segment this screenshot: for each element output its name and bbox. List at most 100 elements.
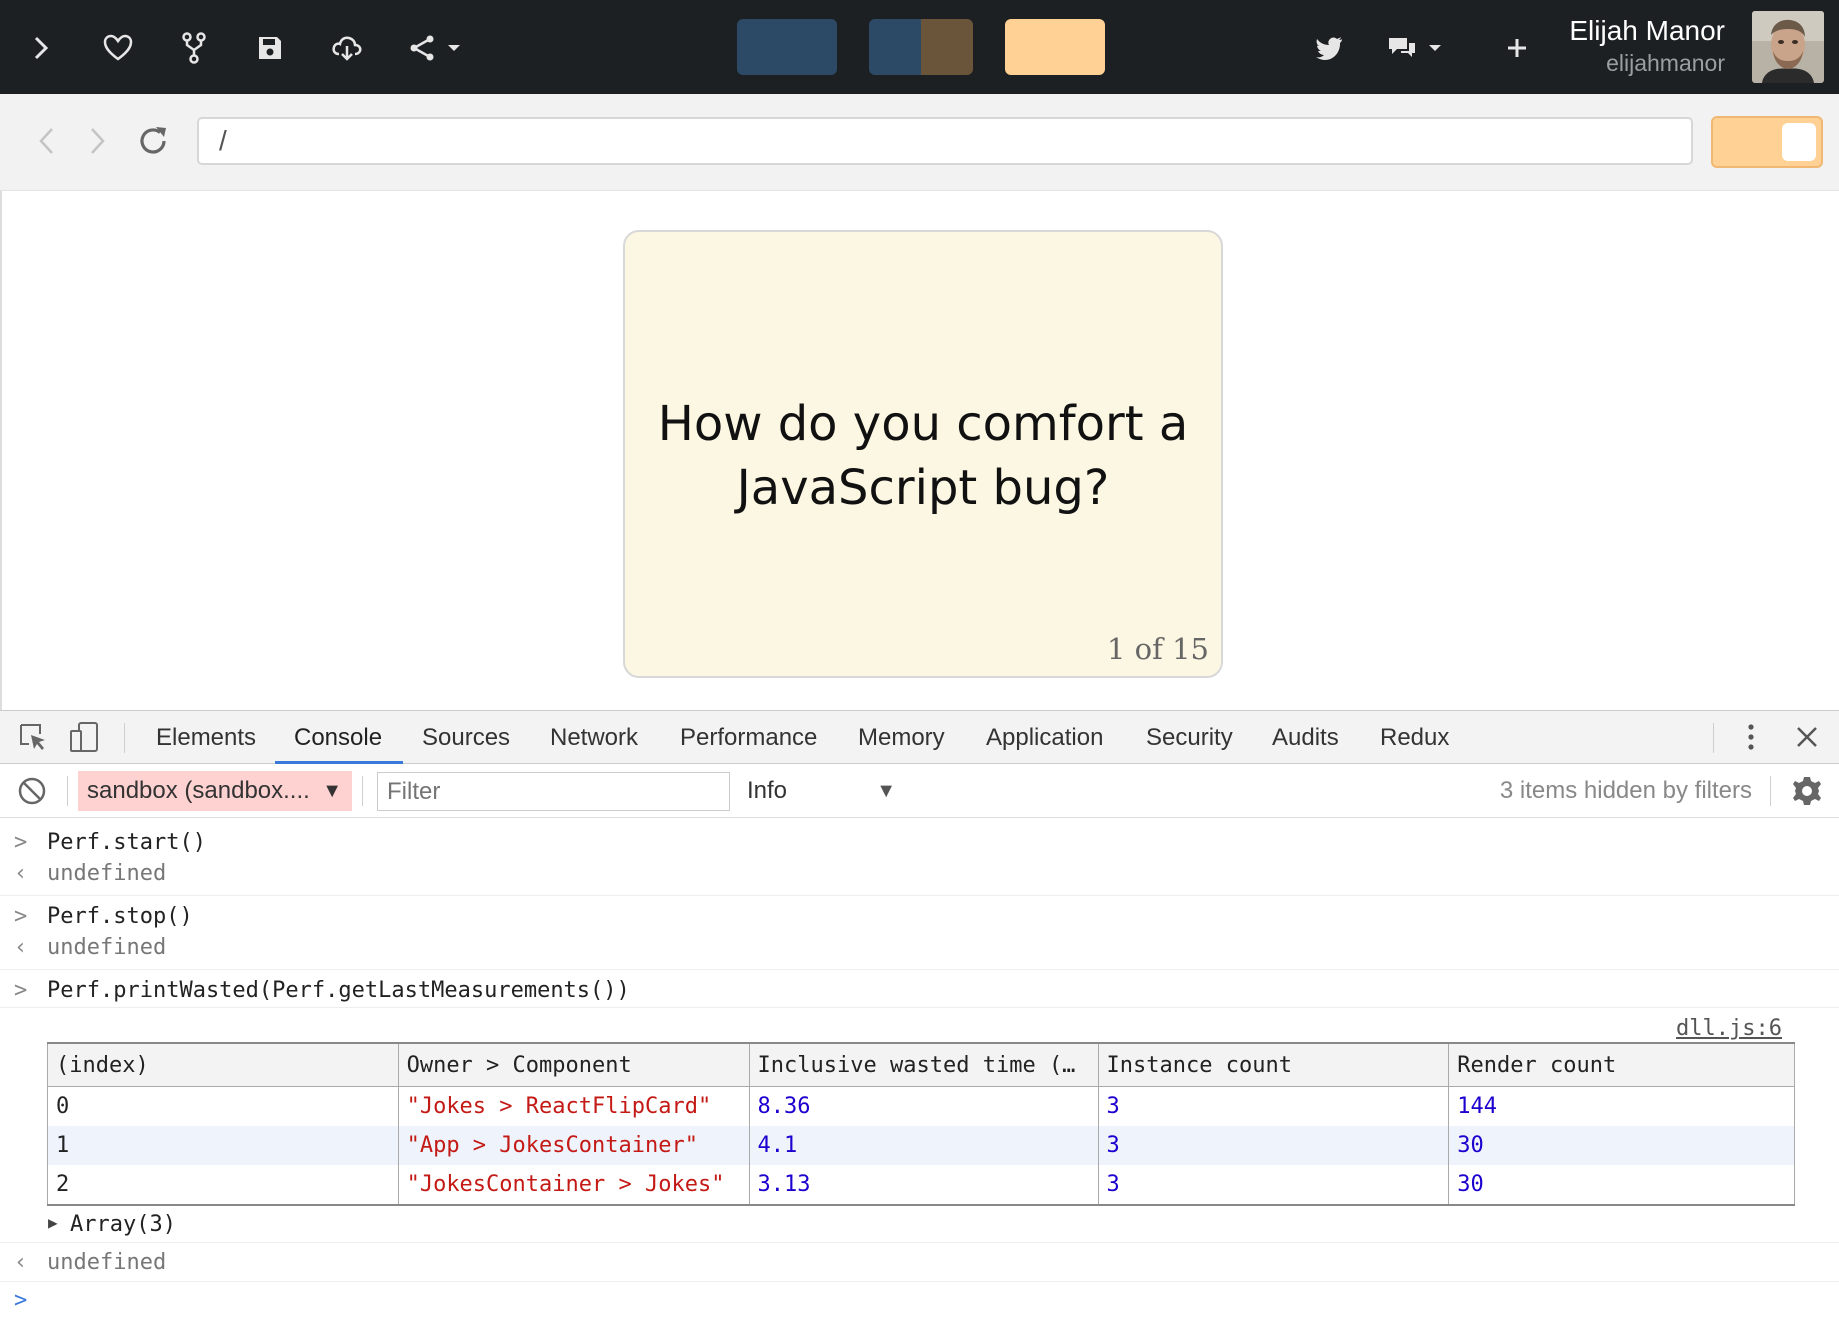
avatar[interactable] (1752, 11, 1824, 83)
cell-wasted-time: 3.13 (748, 1165, 1099, 1206)
input-prompt-icon: > (14, 904, 28, 929)
context-selector[interactable]: sandbox (sandbox.... ▼ (78, 771, 352, 811)
prompt-caret-icon: > (14, 1288, 28, 1313)
top-toolbar: Elijah Manor elijahmanor (0, 0, 1839, 94)
hidden-items-count: 3 items hidden by filters (1499, 777, 1752, 804)
result-arrow-icon: ‹ (14, 1250, 28, 1275)
more-options-icon[interactable] (1734, 721, 1768, 753)
column-header-wasted-time[interactable]: Inclusive wasted time (… (748, 1042, 1099, 1087)
theme-swatch-peach[interactable] (1005, 19, 1105, 75)
toolbar-separator (67, 776, 68, 806)
dropdown-arrow-icon: ▼ (322, 780, 342, 802)
console-divider (0, 1281, 1839, 1282)
tab-redux[interactable]: Redux (1380, 711, 1449, 765)
tab-memory[interactable]: Memory (858, 711, 945, 765)
swatch-half-brown (921, 19, 973, 75)
cloud-download-icon[interactable] (326, 27, 368, 69)
share-dropdown-icon[interactable] (405, 27, 465, 69)
console-filter-input[interactable] (377, 772, 730, 811)
tab-network[interactable]: Network (550, 711, 638, 765)
url-input[interactable] (197, 117, 1693, 165)
log-level-select[interactable]: Info ▼ (747, 771, 902, 811)
theme-swatch-blue-brown[interactable] (869, 19, 973, 75)
toolbar-separator (124, 723, 125, 753)
table-header-row: (index) Owner > Component Inclusive wast… (47, 1042, 1795, 1087)
table-row: 0 "Jokes > ReactFlipCard" 8.36 3 144 (47, 1086, 1795, 1126)
console-settings-gear-icon[interactable] (1790, 775, 1824, 807)
user-handle: elijahmanor (1606, 50, 1725, 76)
save-icon[interactable] (249, 27, 291, 69)
cell-instance-count: 3 (1097, 1086, 1450, 1126)
cell-instance-count: 3 (1097, 1165, 1450, 1206)
cell-render-count: 30 (1448, 1126, 1795, 1165)
heart-icon[interactable] (97, 27, 139, 69)
cell-instance-count: 3 (1097, 1126, 1450, 1165)
tab-console[interactable]: Console (294, 711, 382, 765)
browser-bar (0, 94, 1839, 191)
app-preview: How do you comfort a JavaScript bug? 1 o… (0, 191, 1839, 710)
column-header-owner[interactable]: Owner > Component (397, 1042, 750, 1087)
source-link[interactable]: dll.js:6 (1676, 1016, 1782, 1041)
swatch-half-blue (869, 19, 921, 75)
column-header-instance-count[interactable]: Instance count (1097, 1042, 1450, 1087)
console-result: undefined (47, 935, 167, 960)
console-result: undefined (47, 1250, 167, 1275)
input-prompt-icon: > (14, 978, 28, 1003)
cell-index: 0 (47, 1086, 399, 1126)
card-counter: 1 of 15 (1107, 632, 1209, 666)
back-icon[interactable] (26, 118, 66, 164)
cell-render-count: 144 (1448, 1086, 1795, 1126)
wasted-time-table: (index) Owner > Component Inclusive wast… (47, 1042, 1795, 1206)
tab-sources[interactable]: Sources (422, 711, 510, 765)
flip-card[interactable]: How do you comfort a JavaScript bug? 1 o… (623, 230, 1223, 678)
console-command[interactable]: Perf.printWasted(Perf.getLastMeasurement… (47, 978, 630, 1003)
tab-application[interactable]: Application (986, 711, 1103, 765)
table-row: 1 "App > JokesContainer" 4.1 3 30 (47, 1126, 1795, 1165)
console-result: undefined (47, 861, 167, 886)
preview-toggle[interactable] (1711, 116, 1823, 168)
plus-icon[interactable] (1496, 27, 1538, 69)
dropdown-arrow-icon: ▼ (876, 780, 896, 802)
toggle-knob (1782, 123, 1816, 161)
log-level-label: Info (747, 777, 788, 804)
console-toolbar: sandbox (sandbox.... ▼ Info ▼ 3 items hi… (0, 764, 1839, 818)
console-divider (0, 1242, 1839, 1243)
expand-triangle-icon[interactable]: ▶ (48, 1213, 58, 1232)
toolbar-separator (1770, 776, 1771, 806)
table-row: 2 "JokesContainer > Jokes" 3.13 3 30 (47, 1165, 1795, 1206)
cell-wasted-time: 4.1 (748, 1126, 1099, 1165)
fork-icon[interactable] (173, 27, 215, 69)
column-header-index[interactable]: (index) (47, 1042, 399, 1087)
array-summary[interactable]: Array(3) (70, 1212, 176, 1237)
tab-security[interactable]: Security (1146, 711, 1233, 765)
devtools-tab-bar: Elements Console Sources Network Perform… (0, 710, 1839, 764)
console-command[interactable]: Perf.stop() (47, 904, 193, 929)
tab-audits[interactable]: Audits (1272, 711, 1339, 765)
twitter-icon[interactable] (1308, 27, 1350, 69)
result-arrow-icon: ‹ (14, 935, 28, 960)
console-divider (0, 1007, 1839, 1008)
chevron-right-icon[interactable] (20, 27, 62, 69)
inspect-element-icon[interactable] (16, 721, 50, 753)
cell-render-count: 30 (1448, 1165, 1795, 1206)
tab-elements[interactable]: Elements (156, 711, 256, 765)
console-output: > Perf.start() ‹ undefined > Perf.stop()… (0, 818, 1839, 1333)
user-info[interactable]: Elijah Manor elijahmanor (1569, 14, 1725, 78)
theme-swatch-dark-blue[interactable] (737, 19, 837, 75)
user-name: Elijah Manor (1569, 15, 1725, 46)
console-divider (0, 895, 1839, 896)
comments-dropdown-icon[interactable] (1386, 27, 1446, 69)
context-label: sandbox (sandbox.... (87, 777, 310, 804)
console-command[interactable]: Perf.start() (47, 830, 206, 855)
refresh-icon[interactable] (133, 118, 173, 164)
column-header-render-count[interactable]: Render count (1448, 1042, 1795, 1087)
tab-performance[interactable]: Performance (680, 711, 817, 765)
cell-owner: "Jokes > ReactFlipCard" (397, 1086, 750, 1126)
close-devtools-icon[interactable] (1790, 721, 1824, 753)
clear-console-icon[interactable] (15, 775, 49, 807)
cell-index: 2 (47, 1165, 399, 1206)
input-prompt-icon: > (14, 830, 28, 855)
cell-owner: "JokesContainer > Jokes" (397, 1165, 750, 1206)
forward-icon[interactable] (78, 118, 118, 164)
device-toolbar-icon[interactable] (68, 721, 102, 753)
